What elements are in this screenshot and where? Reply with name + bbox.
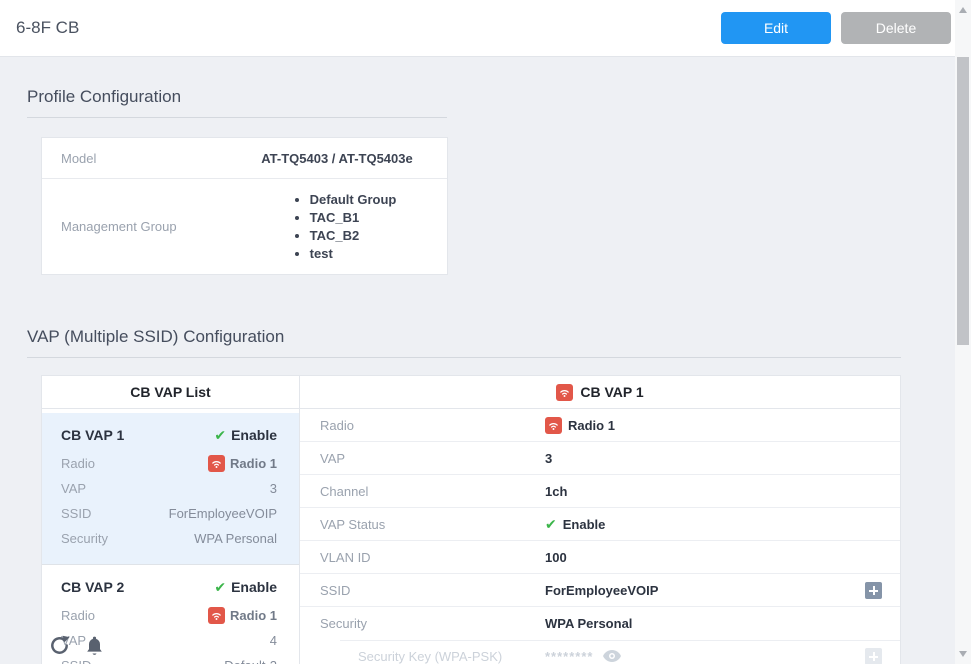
- row-value: ForEmployeeVOIP: [545, 583, 900, 598]
- row-value: ForEmployeeVOIP: [169, 506, 277, 521]
- row-label: VLAN ID: [300, 550, 545, 565]
- row-label: VAP: [61, 481, 86, 496]
- vap-detail-header: CB VAP 1: [300, 376, 900, 409]
- management-group-label: Management Group: [42, 219, 227, 234]
- vap-status-badge: Enable: [214, 427, 277, 443]
- main-content: Profile Configuration Model AT-TQ5403 / …: [0, 57, 955, 664]
- row-value: 3: [270, 481, 277, 496]
- vap-status-badge: Enable: [214, 579, 277, 595]
- row-value: 1ch: [545, 484, 900, 499]
- row-label: Channel: [300, 484, 545, 499]
- detail-row-vap: VAP 3: [300, 442, 900, 475]
- management-group-value: Default Group TAC_B1 TAC_B2 test: [227, 189, 447, 264]
- vap-name: CB VAP 2: [61, 579, 124, 595]
- list-row: Radio Radio 1: [61, 451, 277, 476]
- detail-row-ssid: SSID ForEmployeeVOIP: [300, 574, 900, 607]
- eye-icon[interactable]: [603, 649, 621, 663]
- list-row: SSID ForEmployeeVOIP: [61, 501, 277, 526]
- scroll-up-icon[interactable]: [959, 7, 967, 13]
- radio-value: Radio 1: [230, 608, 277, 623]
- vap-name: CB VAP 1: [61, 427, 124, 443]
- row-value: WPA Personal: [545, 616, 900, 631]
- row-label: Security: [61, 531, 108, 546]
- detail-row-vap-status: VAP Status Enable: [300, 508, 900, 541]
- scroll-down-icon[interactable]: [959, 651, 967, 657]
- profile-table: Model AT-TQ5403 / AT-TQ5403e Management …: [41, 137, 448, 275]
- page-title: 6-8F CB: [16, 18, 79, 38]
- table-row: Model AT-TQ5403 / AT-TQ5403e: [42, 138, 447, 178]
- list-item: Default Group: [310, 192, 397, 207]
- wifi-radio-icon: [208, 455, 225, 472]
- model-value: AT-TQ5403 / AT-TQ5403e: [227, 151, 447, 166]
- check-icon: [214, 580, 226, 594]
- row-value: 4: [270, 633, 277, 648]
- status-label: Enable: [231, 579, 277, 595]
- vap-list-header: CB VAP List: [42, 376, 299, 409]
- check-icon: [545, 517, 557, 531]
- vap-detail-panel: CB VAP 1 Radio Radio 1 VAP 3: [300, 376, 900, 664]
- top-bar: 6-8F CB Edit Delete: [0, 0, 971, 57]
- list-row: Radio Radio 1: [61, 603, 277, 628]
- wifi-radio-icon: [208, 607, 225, 624]
- row-label: VAP: [300, 451, 545, 466]
- list-item: TAC_B1: [310, 210, 397, 225]
- row-value: Enable: [563, 517, 606, 532]
- scrollbar[interactable]: [955, 0, 971, 664]
- vap-list-panel: CB VAP List CB VAP 1 Enable Radio: [42, 376, 300, 664]
- masked-password-value: ********: [545, 649, 593, 664]
- list-row: Security WPA Personal: [61, 526, 277, 551]
- row-label: Radio: [300, 418, 545, 433]
- row-label: Security Key (WPA-PSK): [300, 649, 545, 664]
- list-item: test: [310, 246, 397, 261]
- vap-section-title: VAP (Multiple SSID) Configuration: [27, 327, 955, 347]
- row-label: SSID: [300, 583, 545, 598]
- management-group-list: Default Group TAC_B1 TAC_B2 test: [296, 189, 397, 264]
- detail-row-security: Security WPA Personal: [300, 607, 900, 640]
- row-label: Security: [300, 616, 545, 631]
- row-value: 3: [545, 451, 900, 466]
- detail-row-vlan-id: VLAN ID 100: [300, 541, 900, 574]
- table-row: Management Group Default Group TAC_B1 TA…: [42, 178, 447, 274]
- row-value: 100: [545, 550, 900, 565]
- row-value: Radio 1: [208, 607, 277, 624]
- row-label: Radio: [61, 608, 95, 623]
- floating-toolbar: [48, 634, 104, 657]
- divider: [27, 117, 447, 118]
- expand-ssid-button[interactable]: [865, 582, 882, 599]
- row-label: SSID: [61, 658, 91, 664]
- delete-button[interactable]: Delete: [841, 12, 951, 44]
- expand-security-key-button[interactable]: [865, 648, 882, 664]
- list-row: VAP 3: [61, 476, 277, 501]
- wifi-radio-icon: [545, 417, 562, 434]
- notification-bell-icon[interactable]: [85, 635, 104, 657]
- model-label: Model: [42, 151, 227, 166]
- row-value: WPA Personal: [194, 531, 277, 546]
- divider: [27, 357, 901, 358]
- row-value: Radio 1: [208, 455, 277, 472]
- row-value: Default-2: [224, 658, 277, 664]
- vap-detail-title: CB VAP 1: [580, 384, 643, 400]
- wifi-radio-icon: [556, 384, 573, 401]
- row-label: VAP Status: [300, 517, 545, 532]
- row-value: Radio 1: [568, 418, 615, 433]
- refresh-icon[interactable]: [48, 634, 71, 657]
- radio-value: Radio 1: [230, 456, 277, 471]
- vap-list-item-cb-vap-1[interactable]: CB VAP 1 Enable Radio Radio 1: [42, 413, 299, 565]
- list-item: TAC_B2: [310, 228, 397, 243]
- status-label: Enable: [231, 427, 277, 443]
- scrollbar-thumb[interactable]: [957, 57, 969, 345]
- profile-section-title: Profile Configuration: [27, 87, 955, 107]
- check-icon: [214, 428, 226, 442]
- detail-row-radio: Radio Radio 1: [300, 409, 900, 442]
- vap-table: CB VAP List CB VAP 1 Enable Radio: [41, 375, 901, 664]
- detail-row-channel: Channel 1ch: [300, 475, 900, 508]
- row-label: Radio: [61, 456, 95, 471]
- detail-row-security-key: Security Key (WPA-PSK) ********: [300, 640, 900, 664]
- row-label: SSID: [61, 506, 91, 521]
- edit-button[interactable]: Edit: [721, 12, 831, 44]
